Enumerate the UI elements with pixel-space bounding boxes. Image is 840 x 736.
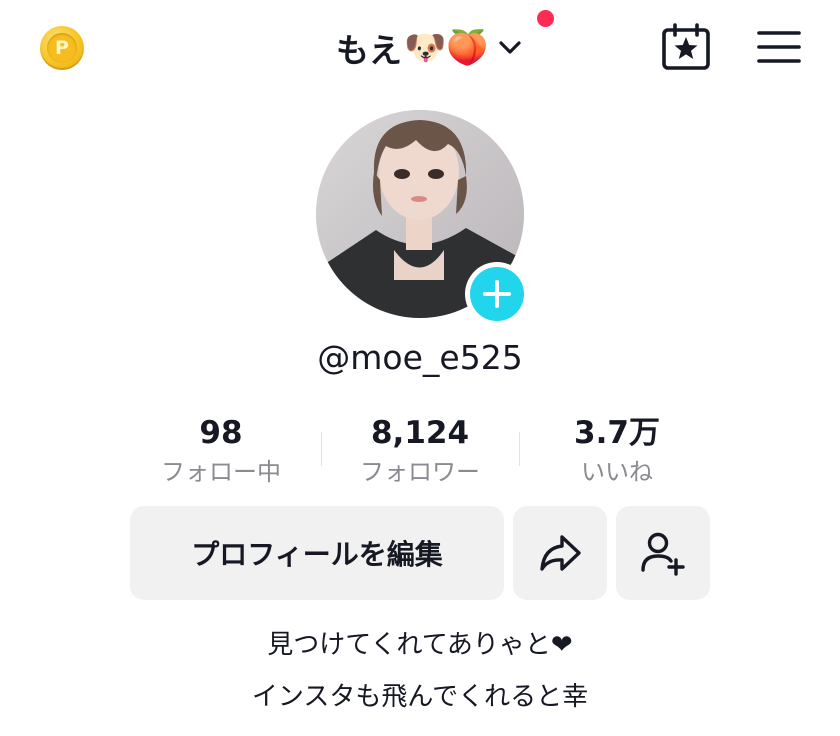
notification-dot xyxy=(537,10,554,27)
coin-letter: P xyxy=(47,33,77,63)
stat-divider xyxy=(519,432,520,466)
plus-icon xyxy=(483,280,511,308)
bio-line-1: 見つけてくれてありゃと❤ xyxy=(267,630,573,660)
name-emojis: 🐶🍑 xyxy=(404,28,489,68)
top-bar: P もえ 🐶🍑 xyxy=(0,0,840,96)
add-friend-button[interactable] xyxy=(616,506,710,600)
bio-line-2: インスタも飛んでくれると幸 xyxy=(251,682,589,712)
likes-label: いいね xyxy=(581,458,653,486)
following-label: フォロー中 xyxy=(161,458,281,486)
add-avatar-button[interactable] xyxy=(465,262,529,326)
add-avatar-circle xyxy=(470,267,524,321)
edit-profile-button[interactable]: プロフィールを編集 xyxy=(130,506,504,600)
add-friend-icon xyxy=(641,532,685,576)
following-count: 98 xyxy=(199,415,243,451)
stat-following[interactable]: 98 フォロー中 xyxy=(131,412,311,490)
followers-count: 8,124 xyxy=(370,415,470,451)
stat-divider xyxy=(321,432,322,466)
coin-icon[interactable]: P xyxy=(40,26,84,70)
likes-count: 3.7万 xyxy=(574,415,660,451)
share-icon xyxy=(540,535,581,571)
followers-label: フォロワー xyxy=(360,458,480,486)
menu-icon[interactable] xyxy=(756,28,802,66)
calendar-star-icon[interactable] xyxy=(660,22,712,72)
stat-followers[interactable]: 8,124 フォロワー xyxy=(330,412,510,490)
account-switcher[interactable]: もえ 🐶🍑 xyxy=(336,20,523,76)
username: @moe_e525 xyxy=(317,338,523,377)
display-name: もえ xyxy=(336,31,402,70)
chevron-down-icon xyxy=(499,41,521,54)
share-profile-button[interactable] xyxy=(513,506,607,600)
stat-likes[interactable]: 3.7万 いいね xyxy=(527,412,707,490)
